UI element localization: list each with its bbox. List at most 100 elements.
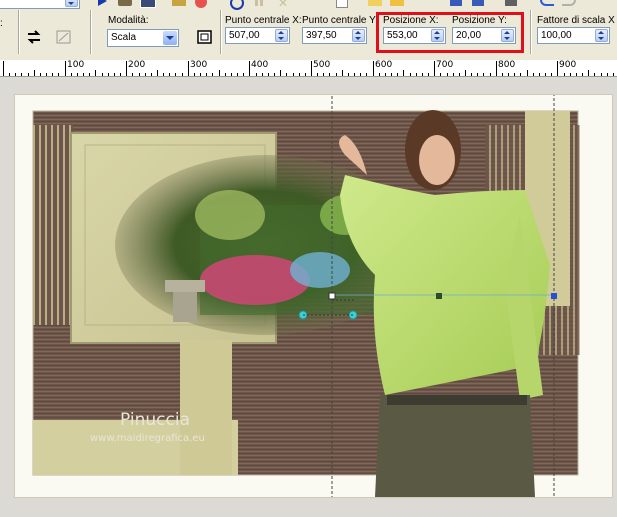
ruler-minor-tick [613, 73, 614, 76]
pause-icon[interactable] [255, 0, 263, 6]
center-y-spinner[interactable] [352, 29, 365, 42]
ruler-minor-tick [256, 73, 257, 76]
cancel-icon[interactable] [195, 0, 207, 8]
center-x-field[interactable]: 507,00 [225, 27, 290, 44]
ruler-label: 600 [375, 60, 393, 70]
save-as-icon[interactable] [472, 0, 484, 6]
deform-icon[interactable] [55, 29, 73, 45]
ruler-minor-tick [151, 73, 152, 76]
ruler-minor-tick [200, 73, 201, 76]
ruler-minor-tick [527, 70, 528, 76]
ruler-minor-tick [570, 73, 571, 76]
ruler-minor-tick [243, 73, 244, 76]
ruler-minor-tick [323, 73, 324, 76]
rotate-icon[interactable] [230, 0, 244, 10]
ruler-minor-tick [102, 73, 103, 76]
ruler-minor-tick [348, 73, 349, 76]
ruler-label: 900 [559, 60, 577, 70]
ruler-minor-tick [286, 73, 287, 76]
edit-icon[interactable] [118, 0, 132, 6]
ruler-minor-tick [594, 73, 595, 76]
undo-icon[interactable] [540, 0, 554, 6]
ruler-minor-tick [95, 70, 96, 76]
center-x-label: Punto centrale X: [225, 15, 302, 26]
center-handle[interactable] [436, 293, 442, 299]
ruler-minor-tick [15, 73, 16, 76]
open-icon[interactable] [390, 0, 404, 6]
ruler-label: 200 [128, 60, 146, 70]
ruler-minor-tick [132, 73, 133, 76]
ruler-minor-tick [52, 73, 53, 76]
ruler-minor-tick [280, 70, 281, 76]
ruler-minor-tick [520, 73, 521, 76]
ruler-minor-tick [114, 73, 115, 76]
reset-icon[interactable] [196, 29, 214, 46]
ruler-minor-tick [274, 73, 275, 76]
ruler-major-tick [496, 61, 497, 76]
ruler-minor-tick [329, 73, 330, 76]
ruler-minor-tick [212, 73, 213, 76]
ruler-minor-tick [206, 73, 207, 76]
ruler-minor-tick [169, 73, 170, 76]
ruler-minor-tick [46, 73, 47, 76]
ruler-minor-tick [293, 73, 294, 76]
ruler-minor-tick [514, 73, 515, 76]
ruler-minor-tick [471, 73, 472, 76]
ruler-minor-tick [391, 73, 392, 76]
watermark-url: www.maidiregrafica.eu [90, 433, 205, 444]
ruler-minor-tick [440, 73, 441, 76]
separator [530, 10, 532, 54]
ruler-minor-tick [576, 73, 577, 76]
ruler-minor-tick [120, 73, 121, 76]
play-icon[interactable] [98, 0, 107, 6]
ruler-minor-tick [237, 73, 238, 76]
ruler-minor-tick [231, 73, 232, 76]
top-icon-strip: ✕ [0, 0, 617, 10]
ruler-minor-tick [145, 73, 146, 76]
ruler-major-tick [249, 61, 250, 76]
close-icon[interactable]: ✕ [278, 0, 294, 10]
ruler-minor-tick [453, 73, 454, 76]
mode-select[interactable]: Scala [107, 29, 179, 47]
horizontal-ruler: 100 200 300 400 500 600 700 800 900 [0, 60, 617, 77]
ruler-minor-tick [447, 73, 448, 76]
ruler-minor-tick [225, 73, 226, 76]
redo-icon[interactable] [562, 0, 576, 6]
save-icon[interactable] [450, 0, 462, 6]
ruler-minor-tick [422, 73, 423, 76]
scale-x-spinner[interactable] [595, 29, 608, 42]
ruler-minor-tick [28, 73, 29, 76]
clipped-left-field[interactable] [0, 0, 80, 9]
ruler-minor-tick [299, 73, 300, 76]
ruler-minor-tick [58, 73, 59, 76]
ruler-major-tick [3, 61, 4, 76]
center-x-spinner[interactable] [275, 29, 288, 42]
ruler-minor-tick [182, 73, 183, 76]
ruler-minor-tick [465, 70, 466, 76]
right-handle[interactable] [551, 293, 557, 299]
left-handle[interactable] [328, 292, 336, 300]
ruler-minor-tick [21, 73, 22, 76]
ruler-label: 400 [251, 60, 269, 70]
ruler-minor-tick [490, 73, 491, 76]
ruler-minor-tick [607, 73, 608, 76]
ruler-minor-tick [71, 73, 72, 76]
ruler-minor-tick [539, 73, 540, 76]
center-x-value: 507,00 [229, 30, 260, 41]
chevron-down-icon[interactable] [163, 31, 177, 45]
flip-icon[interactable] [25, 29, 43, 45]
new-icon[interactable] [368, 0, 382, 6]
ruler-minor-tick [139, 73, 140, 76]
ruler-minor-tick [508, 73, 509, 76]
ruler-minor-tick [89, 73, 90, 76]
page-icon[interactable] [336, 0, 348, 8]
ruler-minor-tick [317, 73, 318, 76]
print-icon[interactable] [505, 0, 517, 6]
scale-x-field[interactable]: 100,00 [537, 27, 610, 44]
ruler-minor-tick [582, 73, 583, 76]
ruler-minor-tick [157, 70, 158, 76]
separator [220, 10, 222, 54]
center-y-field[interactable]: 397,50 [302, 27, 367, 44]
folder-icon[interactable] [172, 0, 186, 6]
list-icon[interactable] [140, 0, 156, 8]
